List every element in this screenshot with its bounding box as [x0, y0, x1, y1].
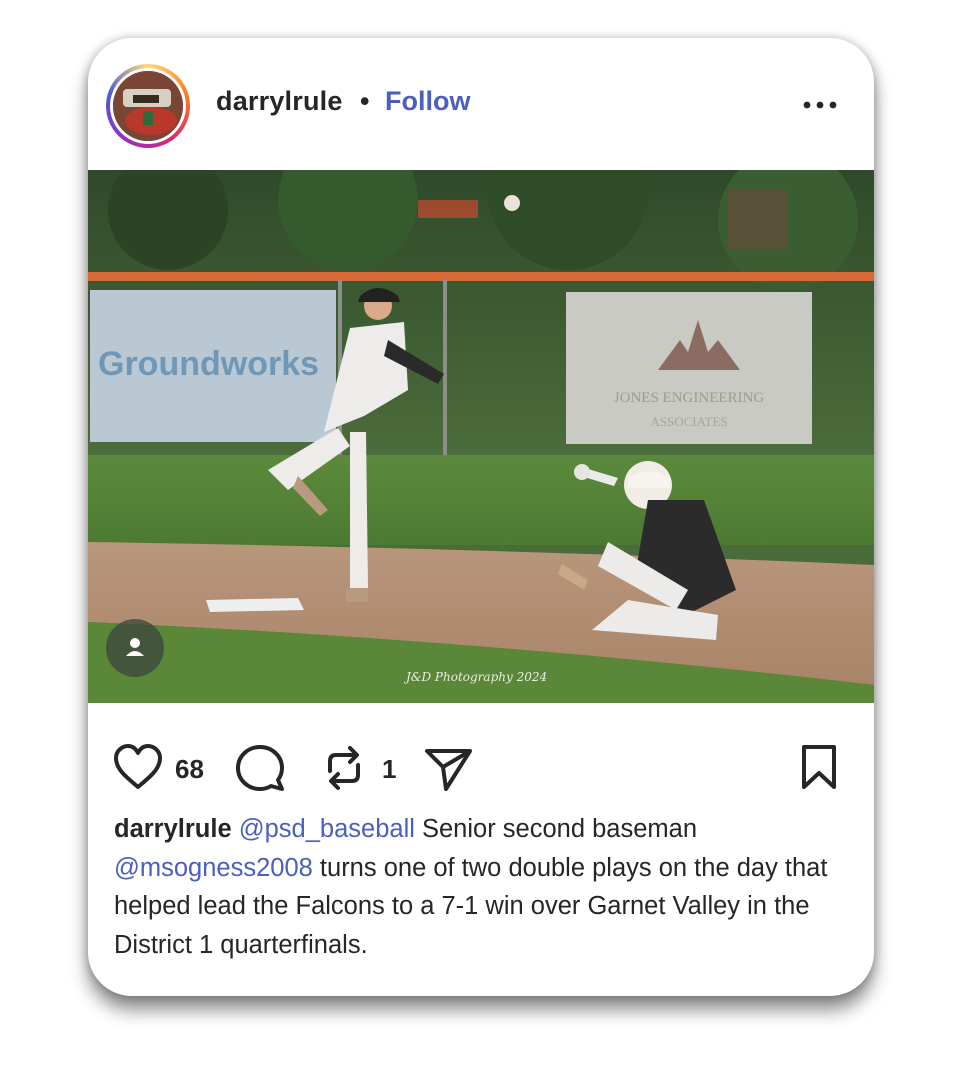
send-icon: [425, 749, 472, 791]
caption-text-1: Senior second baseman: [414, 815, 697, 843]
caption-username[interactable]: darrylrule: [114, 815, 232, 843]
post-caption: darrylrule @psd_baseball Senior second b…: [114, 810, 854, 964]
caption-mention-2[interactable]: @msogness2008: [114, 854, 313, 882]
follow-button[interactable]: Follow: [385, 86, 470, 117]
heart-icon: [114, 744, 162, 789]
repost-button[interactable]: [322, 743, 366, 798]
more-options-button[interactable]: [800, 92, 840, 118]
avatar[interactable]: [106, 64, 190, 148]
save-button[interactable]: [798, 743, 840, 796]
left-banner-text: Groundworks: [98, 345, 319, 383]
post-card: darrylrule • Follow Groundworks JONES EN…: [88, 38, 874, 996]
post-photo[interactable]: Groundworks JONES ENGINEERING ASSOCIATES: [88, 170, 874, 703]
likes-count: 68: [175, 754, 204, 784]
separator-dot: •: [360, 86, 370, 116]
post-username[interactable]: darrylrule: [216, 86, 343, 117]
action-bar: 68 1: [88, 703, 874, 803]
avatar-image: [113, 71, 183, 141]
bookmark-icon: [802, 745, 836, 789]
photo-watermark: J&D Photography 2024: [406, 670, 548, 684]
share-button[interactable]: [422, 745, 474, 798]
right-banner-line2: ASSOCIATES: [650, 414, 727, 429]
caption-mention-1[interactable]: @psd_baseball: [239, 815, 415, 843]
like-button[interactable]: [112, 743, 164, 796]
person-icon: [126, 638, 144, 656]
right-banner-line1: JONES ENGINEERING: [614, 390, 765, 406]
repost-icon: [328, 746, 360, 790]
comment-button[interactable]: [234, 743, 286, 798]
tagged-people-button[interactable]: [106, 619, 164, 677]
comment-icon: [236, 745, 284, 791]
post-header: darrylrule • Follow: [88, 38, 874, 170]
more-horizontal-icon: [803, 101, 837, 109]
reposts-count: 1: [382, 754, 397, 784]
